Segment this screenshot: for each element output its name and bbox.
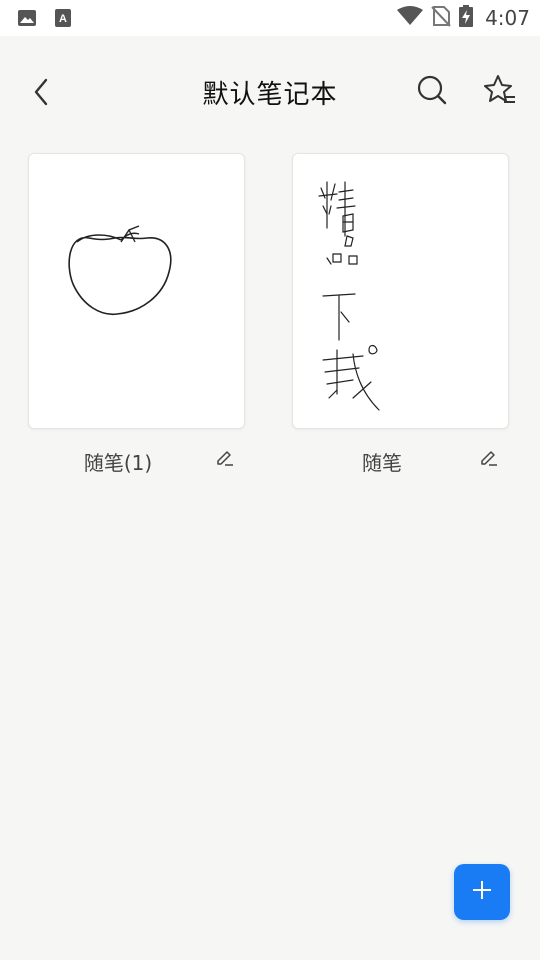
note-item[interactable]: 随笔 (292, 153, 509, 483)
text-notification-icon: A (54, 8, 74, 28)
note-title: 随笔 (362, 451, 402, 475)
new-note-button[interactable] (454, 864, 510, 920)
note-item[interactable]: 随笔(1) (28, 153, 245, 483)
top-bar: 默认笔记本 (0, 36, 540, 148)
no-sim-icon (431, 5, 451, 31)
rename-button[interactable] (473, 443, 505, 475)
apple-sketch-drawing (68, 225, 172, 315)
favorite-filter-button[interactable] (480, 72, 520, 112)
pencil-icon (215, 447, 235, 471)
page-title: 默认笔记本 (202, 80, 338, 110)
star-filter-icon (483, 74, 517, 110)
handwriting-sketch-drawing (318, 181, 380, 411)
note-thumbnail[interactable] (292, 153, 509, 429)
note-title: 随笔(1) (83, 451, 153, 475)
pencil-icon (479, 447, 499, 471)
search-icon (416, 74, 448, 110)
note-caption: 随笔(1) (28, 443, 245, 483)
battery-charging-icon (459, 5, 474, 31)
image-notification-icon (17, 8, 37, 28)
note-thumbnail[interactable] (28, 153, 245, 429)
svg-text:A: A (59, 13, 67, 25)
rename-button[interactable] (209, 443, 241, 475)
wifi-icon (397, 6, 424, 30)
status-time: 4:07 (485, 6, 530, 30)
search-button[interactable] (412, 72, 452, 112)
plus-icon (471, 879, 493, 905)
status-bar: A 4:07 (0, 0, 540, 36)
notebook-screen: A 4:07 默认笔记本 随笔(1) 随笔 (0, 0, 540, 960)
note-caption: 随笔 (292, 443, 509, 483)
